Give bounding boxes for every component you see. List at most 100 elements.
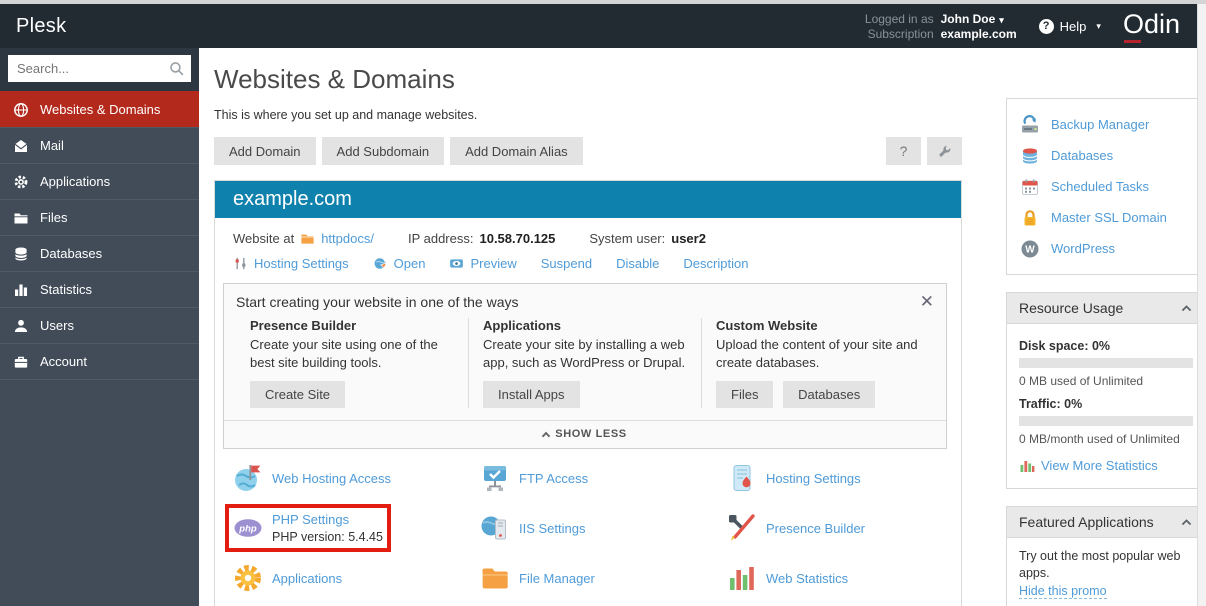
logged-in-label: Logged in as (864, 11, 934, 26)
disable-link[interactable]: Disable (616, 256, 659, 271)
files-button[interactable]: Files (716, 381, 774, 409)
sidebar-item-mail[interactable]: Mail (0, 127, 199, 163)
tool-ftp-access[interactable]: FTP Access (480, 463, 588, 493)
preview-eye-icon (449, 256, 464, 271)
traffic-usage-note: 0 MB/month used of Unlimited (1019, 432, 1180, 446)
system-user-label: System user: (589, 231, 666, 246)
odin-logo: Odin (1123, 10, 1180, 43)
tool-presence-builder[interactable]: Presence Builder (727, 512, 865, 544)
tool-web-hosting-access[interactable]: Web Hosting Access (233, 463, 391, 493)
wordpress-link[interactable]: W WordPress (1020, 233, 1192, 264)
promo-col-text: Upload the content of your site and crea… (716, 337, 918, 371)
php-version-text: PHP version: 5.4.45 (272, 530, 383, 545)
tool-file-manager[interactable]: File Manager (480, 563, 595, 593)
scheduled-tasks-link[interactable]: Scheduled Tasks (1020, 171, 1192, 202)
backup-manager-link[interactable]: Backup Manager (1020, 109, 1192, 140)
ip-label: IP address: (407, 231, 474, 246)
database-icon (13, 246, 29, 262)
add-domain-alias-button[interactable]: Add Domain Alias (450, 137, 583, 165)
wrench-icon (937, 144, 952, 159)
promo-title: Start creating your website in one of th… (236, 293, 519, 310)
sidebar-divider (0, 379, 199, 380)
featured-applications-panel: Featured Applications Try out the most p… (1006, 506, 1206, 606)
web-hosting-access-icon (233, 463, 263, 493)
context-help-button[interactable]: ? (886, 137, 921, 165)
search-icon[interactable] (168, 60, 185, 77)
traffic-progress-bar (1019, 416, 1193, 426)
domain-info-row: Website at httpdocs/ IP address: 10.58.7… (215, 218, 961, 246)
close-icon[interactable]: ✕ (920, 293, 934, 310)
databases-button[interactable]: Databases (783, 381, 876, 409)
user-icon (13, 318, 29, 334)
sidebar-item-users[interactable]: Users (0, 307, 199, 343)
hide-promo-link[interactable]: Hide this promo (1019, 584, 1107, 599)
briefcase-icon (13, 354, 29, 370)
disk-space-label: Disk space: 0% (1019, 339, 1111, 353)
chevron-up-icon[interactable] (1180, 302, 1193, 315)
ip-value: 10.58.70.125 (479, 231, 556, 246)
promo-col-custom-website: Custom Website Upload the content of you… (701, 318, 934, 409)
description-link[interactable]: Description (683, 256, 748, 271)
subscription-value[interactable]: example.com (941, 27, 1017, 41)
help-label: Help (1059, 18, 1087, 34)
add-subdomain-button[interactable]: Add Subdomain (321, 137, 445, 165)
promo-col-text: Create your site using one of the best s… (250, 337, 438, 371)
docroot-link[interactable]: httpdocs/ (321, 231, 374, 246)
open-site-link[interactable]: Open (373, 256, 425, 271)
chevron-up-icon[interactable] (1180, 516, 1193, 529)
iis-settings-icon (480, 513, 510, 543)
sliders-icon (233, 256, 248, 271)
install-apps-button[interactable]: Install Apps (483, 381, 580, 409)
add-domain-button[interactable]: Add Domain (214, 137, 316, 165)
tool-hosting-settings[interactable]: Hosting Settings (727, 463, 861, 493)
promo-col-heading: Custom Website (716, 318, 818, 333)
mail-icon (13, 138, 29, 154)
help-menu[interactable]: ? Help (1038, 18, 1101, 34)
master-ssl-domain-link[interactable]: Master SSL Domain (1020, 202, 1192, 233)
mini-bar-chart-icon (1019, 457, 1035, 473)
backup-drive-icon (1020, 114, 1040, 135)
user-menu[interactable]: John Doe (941, 12, 1017, 26)
sidebar-item-label: Mail (40, 138, 64, 153)
scrollbar[interactable] (1197, 4, 1206, 606)
main-content: Websites & Domains This is where you set… (199, 48, 984, 606)
sidebar-item-account[interactable]: Account (0, 343, 199, 379)
view-more-statistics-link[interactable]: View More Statistics (1019, 457, 1158, 473)
wordpress-gray-icon: W (1020, 239, 1040, 259)
search-input[interactable] (8, 55, 191, 82)
sidebar-item-files[interactable]: Files (0, 199, 199, 235)
subscription-label: Subscription (867, 26, 934, 41)
sidebar-item-applications[interactable]: Applications (0, 163, 199, 199)
php-badge-icon: php (233, 513, 263, 543)
sidebar-item-label: Account (40, 354, 87, 369)
tools-button[interactable] (927, 137, 962, 165)
calendar-icon (1020, 177, 1040, 197)
featured-applications-title: Featured Applications (1019, 514, 1154, 530)
tool-applications[interactable]: Applications (233, 563, 342, 593)
tool-php-settings[interactable]: php PHP Settings PHP version: 5.4.45 (225, 504, 391, 553)
hosting-settings-link[interactable]: Hosting Settings (233, 256, 349, 271)
sidebar-item-statistics[interactable]: Statistics (0, 271, 199, 307)
page-title: Websites & Domains (214, 64, 455, 94)
applications-gear-icon (233, 563, 263, 593)
create-site-button[interactable]: Create Site (250, 381, 346, 409)
quick-links-panel: Backup Manager Databases Scheduled Tasks… (1006, 98, 1206, 275)
tool-iis-settings[interactable]: IIS Settings (480, 512, 585, 544)
web-statistics-icon (727, 563, 757, 593)
bar-chart-icon (13, 282, 29, 298)
show-less-toggle[interactable]: SHOW LESS (224, 420, 946, 448)
domain-card: example.com Website at httpdocs/ IP addr… (214, 180, 962, 606)
getting-started-panel: Start creating your website in one of th… (223, 283, 947, 450)
suspend-link[interactable]: Suspend (541, 256, 592, 271)
sidebar: Websites & Domains Mail Applications Fil… (0, 48, 199, 606)
domain-action-links: Hosting Settings Open Preview Suspend Di… (215, 246, 961, 282)
sidebar-item-label: Files (40, 210, 68, 225)
sidebar-item-databases[interactable]: Databases (0, 235, 199, 271)
disk-usage-note: 0 MB used of Unlimited (1019, 374, 1144, 388)
preview-link[interactable]: Preview (449, 256, 517, 271)
databases-link[interactable]: Databases (1020, 140, 1192, 171)
sidebar-item-websites-domains[interactable]: Websites & Domains (0, 91, 199, 127)
sidebar-item-label: Statistics (40, 282, 93, 297)
globe-icon (13, 102, 29, 118)
tool-web-statistics[interactable]: Web Statistics (727, 563, 848, 593)
